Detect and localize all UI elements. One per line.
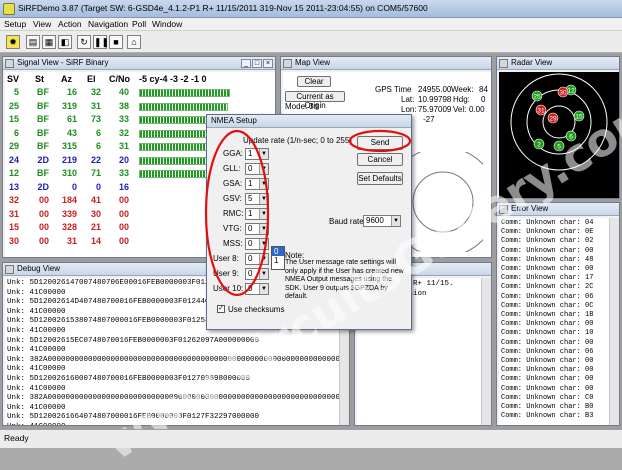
highlight-overlay [204,129,412,297]
fields-highlight-ellipse [204,129,270,297]
status-bar: Ready [0,429,622,448]
status-text: Ready [4,433,29,443]
send-highlight-ellipse [348,129,412,153]
